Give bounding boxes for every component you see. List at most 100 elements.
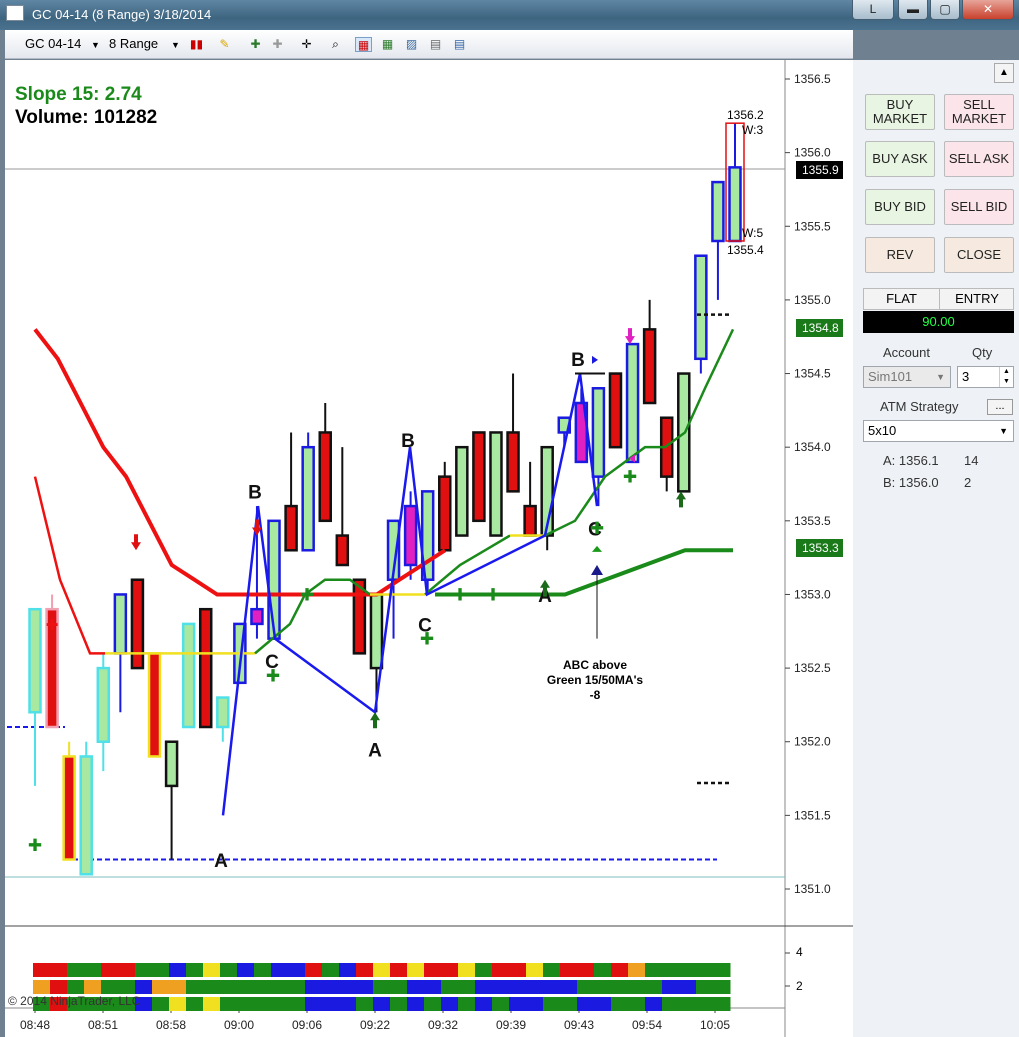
indicator-strip-cell: [84, 980, 102, 994]
candle-body: [267, 519, 281, 640]
order-b-label: B: 1356.0: [883, 475, 939, 490]
chart-app-icon: [6, 5, 24, 21]
indicator-strip-cell: [254, 997, 272, 1011]
chart-trader-panel: ▲ BUY MARKET SELL MARKET BUY ASK SELL AS…: [853, 60, 1019, 1037]
price-chart[interactable]: 1356.5 1356.0 1355.5 1355.0 1354.5 1354.0 1353…: [5, 60, 853, 1037]
chart-trader-icon[interactable]: ▦: [355, 37, 372, 52]
indicator-strip-cell: [577, 980, 595, 994]
indicator-strip-cell: [526, 963, 544, 977]
indicator-strip-cell: [526, 997, 544, 1011]
indicator-strip-cell: [628, 980, 646, 994]
indicator-strip-cell: [441, 963, 459, 977]
y-tick-label: 1353.0: [794, 587, 831, 601]
atm-options-button[interactable]: ...: [987, 399, 1013, 415]
candle-body: [79, 755, 93, 876]
atm-strategy-select[interactable]: 5x10 ▼: [863, 420, 1014, 442]
candle-body: [472, 431, 486, 523]
indicator-strip-cell: [339, 980, 357, 994]
indicator-strip-cell: [169, 963, 187, 977]
indicator-strip-cell: [492, 997, 510, 1011]
indicator-strip-cell: [271, 980, 289, 994]
buy-ask-button[interactable]: BUY ASK: [865, 141, 935, 177]
indicator-strip-cell: [356, 963, 374, 977]
candle-body: [335, 534, 350, 567]
indicator-strip-cell: [271, 997, 289, 1011]
reverse-button[interactable]: REV: [865, 237, 935, 273]
indicator-strip-cell: [611, 997, 629, 1011]
account-label: Account: [883, 345, 930, 360]
chart-panel[interactable]: 1356.5 1356.0 1355.5 1355.0 1354.5 1354.0 1353…: [5, 60, 853, 1037]
plus-marker-icon: ✚: [623, 468, 637, 488]
indicator-strip-cell: [237, 980, 255, 994]
x-tick-label: 09:39: [496, 1018, 526, 1032]
plus-marker-icon: ✚: [46, 616, 59, 634]
candle-body: [711, 180, 725, 243]
link-button[interactable]: L: [852, 0, 894, 20]
qty-label: Qty: [972, 345, 993, 360]
title-bar: GC 04-14 (8 Range) 3/18/2014 L ▬ ▢ ✕: [0, 0, 1019, 30]
zoom-icon[interactable]: ⌕: [327, 37, 344, 52]
x-tick-label: 09:43: [564, 1018, 594, 1032]
print-icon[interactable]: ▤: [427, 37, 444, 52]
candle-body: [318, 431, 332, 523]
slope-label: Slope 15: 2.74: [15, 84, 142, 105]
indicator-strip-cell: [237, 963, 255, 977]
candle-body: [591, 387, 606, 478]
indicator-strip-cell: [713, 997, 731, 1011]
properties-icon[interactable]: ▤: [451, 37, 468, 52]
indicator-strip-cell: [696, 997, 714, 1011]
qty-spinner-icon[interactable]: ▲ ▼: [999, 367, 1013, 387]
x-tick-label: 09:22: [360, 1018, 390, 1032]
plus-marker-icon: ✚: [486, 585, 500, 605]
crosshair-icon[interactable]: ✛: [298, 37, 315, 52]
chevron-down-icon[interactable]: ▼: [999, 421, 1008, 441]
candle-body: [369, 593, 384, 670]
chart-image-icon[interactable]: ▨: [403, 37, 420, 52]
maximize-icon[interactable]: ▢: [930, 0, 960, 20]
buy-bid-button[interactable]: BUY BID: [865, 189, 935, 225]
indicator-strip-cell: [560, 997, 578, 1011]
x-tick-label: 09:06: [292, 1018, 322, 1032]
indicator-strip-cell: [33, 963, 51, 977]
indicator-strip-cell: [118, 963, 136, 977]
indicator-strip-cell: [509, 980, 527, 994]
indicator-strip-cell: [628, 963, 646, 977]
sell-ask-button[interactable]: SELL ASK: [944, 141, 1014, 177]
account-select[interactable]: Sim101 ▼: [863, 366, 951, 388]
buy-market-button[interactable]: BUY MARKET: [865, 94, 935, 130]
position-flat-label: FLAT: [886, 291, 917, 306]
pencil-icon[interactable]: ✎: [216, 37, 233, 52]
collapse-panel-icon[interactable]: ▲: [994, 63, 1014, 83]
candle-body: [506, 431, 520, 493]
bar-style-icon[interactable]: ▮▮: [188, 37, 205, 52]
volume-label: Volume: 101282: [15, 107, 158, 128]
indicator-strip-cell: [475, 997, 493, 1011]
indicator-icon[interactable]: ✚: [247, 37, 264, 52]
up-arrow-icon: [370, 712, 380, 729]
sell-bid-button[interactable]: SELL BID: [944, 189, 1014, 225]
y-tick-label: 1355.5: [794, 219, 831, 233]
close-position-button[interactable]: CLOSE: [944, 237, 1014, 273]
candle-body: [642, 328, 657, 405]
indicator-strip-cell: [424, 963, 442, 977]
instrument-selector[interactable]: GC 04-14: [25, 36, 81, 51]
order-b-qty: 2: [964, 475, 972, 490]
data-box-icon[interactable]: ▦: [379, 37, 396, 52]
pnl-display: 90.00: [863, 311, 1014, 333]
minimize-icon[interactable]: ▬: [898, 0, 928, 20]
period-selector[interactable]: 8 Range: [109, 36, 158, 51]
indicator-strip-cell: [305, 963, 323, 977]
chevron-down-icon[interactable]: ▼: [936, 367, 945, 387]
qty-value: 3: [962, 369, 970, 384]
close-icon[interactable]: ✕: [962, 0, 1014, 20]
chevron-down-icon[interactable]: ▼: [171, 40, 180, 50]
indicator-strip-cell: [169, 997, 187, 1011]
indicator-strip-cell: [662, 963, 680, 977]
indicator-strip-cell: [135, 980, 153, 994]
indicator-strip-cell: [679, 997, 697, 1011]
sell-market-button[interactable]: SELL MARKET: [944, 94, 1014, 130]
chevron-down-icon[interactable]: ▼: [91, 40, 100, 50]
x-tick-label: 08:58: [156, 1018, 186, 1032]
strategy-icon[interactable]: ✚: [269, 37, 286, 52]
qty-input[interactable]: 3 ▲ ▼: [957, 366, 1014, 388]
